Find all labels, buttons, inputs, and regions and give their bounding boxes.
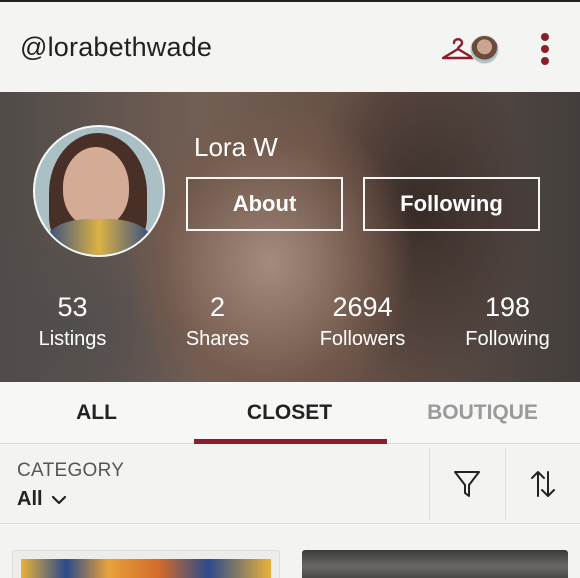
category-label: CATEGORY [17,460,125,481]
stat-shares[interactable]: 2 Shares [145,292,290,351]
sort-icon[interactable] [528,468,558,500]
listing-card[interactable] [302,550,568,578]
profile-display-name: Lora W [194,132,278,162]
stat-value: 2694 [332,292,393,322]
divider [429,448,430,520]
tab-all[interactable]: ALL [0,382,193,444]
listing-image [21,559,271,578]
more-vertical-icon[interactable] [538,33,552,65]
tab-boutique[interactable]: BOUTIQUE [386,382,579,444]
stat-value: 2 [209,292,226,322]
following-button[interactable]: Following [363,177,540,231]
stat-value: 53 [57,292,88,322]
stat-listings[interactable]: 53 Listings [0,292,145,351]
profile-username: @lorabethwade [20,32,213,62]
listing-grid [0,524,580,578]
stat-label: Shares [185,328,250,350]
closet-tabs: ALL CLOSET BOUTIQUE [0,382,580,444]
stat-label: Following [465,328,550,350]
category-value: All [17,488,43,510]
tab-closet[interactable]: CLOSET [193,382,386,444]
divider [505,448,506,520]
category-dropdown[interactable]: All [17,488,67,511]
filter-icon[interactable] [452,468,482,500]
profile-header: Lora W About Following 53 Listings 2 Sha… [0,92,580,382]
stat-label: Followers [319,328,406,350]
stat-following[interactable]: 198 Following [435,292,580,351]
stat-label: Listings [38,328,107,350]
stat-value: 198 [484,292,531,322]
filter-bar: CATEGORY All [0,444,580,524]
my-avatar[interactable] [470,35,499,64]
profile-avatar[interactable] [33,125,165,257]
listing-card[interactable] [12,550,280,578]
about-button[interactable]: About [186,177,343,231]
stat-followers[interactable]: 2694 Followers [290,292,435,351]
app-bar: @lorabethwade [0,0,580,92]
chevron-down-icon [51,495,66,504]
